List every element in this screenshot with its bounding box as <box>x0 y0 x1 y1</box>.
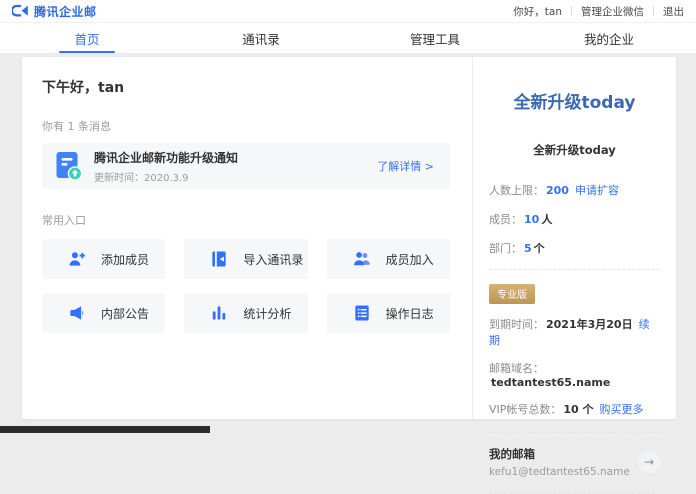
stat-members: 成员：10人 <box>489 211 660 227</box>
upgrade-notice-item[interactable]: 腾讯企业邮新功能升级通知 更新时间：2020.3.9 了解详情 > <box>42 143 450 189</box>
user-greeting-link[interactable]: 你好，tan <box>513 4 562 19</box>
sidebar-column: 全新升级today 全新升级today 人数上限：200 申请扩容 成员：10人 … <box>472 57 676 419</box>
divider <box>489 493 660 494</box>
top-links: 你好，tan 管理企业微信 退出 <box>513 4 684 19</box>
shortcut-label: 统计分析 <box>243 305 291 322</box>
stat-unit: 人 <box>541 213 552 226</box>
mailbox-address: kefu1@tedtantest65.name <box>489 466 630 478</box>
exmail-logo-icon <box>12 4 29 18</box>
manage-wechat-link[interactable]: 管理企业微信 <box>581 4 644 19</box>
statistics-icon <box>209 303 229 323</box>
shortcut-label: 操作日志 <box>386 305 434 322</box>
upgrade-document-icon <box>55 151 82 181</box>
tab-home[interactable]: 首页 <box>0 23 174 53</box>
shortcut-add-member[interactable]: 添加成员 <box>42 239 165 279</box>
org-stats: 人数上限：200 申请扩容 成员：10人 部门：5个 <box>489 182 660 256</box>
shortcut-label: 导入通讯录 <box>243 251 303 268</box>
stat-value: 10 <box>524 213 539 226</box>
operation-log-icon <box>352 303 372 323</box>
divider <box>653 6 654 16</box>
shortcut-label: 成员加入 <box>386 251 434 268</box>
content-card: 下午好，tan 你有 1 条消息 腾讯企业邮新功能升级通知 更新时间：2020.… <box>22 57 676 419</box>
arrow-right-icon: → <box>644 455 654 469</box>
shortcut-label: 添加成员 <box>101 251 149 268</box>
mail-domain-value: tedtantest65.name <box>491 376 610 389</box>
shortcuts-section-label: 常用入口 <box>42 212 450 228</box>
vip-count-value: 10 个 <box>563 403 593 416</box>
logout-link[interactable]: 退出 <box>663 4 684 19</box>
tab-admin-tools-label: 管理工具 <box>410 29 460 48</box>
page-root: 腾讯企业邮 你好，tan 管理企业微信 退出 首页 通讯录 管理工具 我的企业 … <box>0 0 696 437</box>
stat-unit: 个 <box>534 242 545 255</box>
notice-updated-time: 更新时间：2020.3.9 <box>94 169 238 184</box>
tab-my-company[interactable]: 我的企业 <box>522 23 696 53</box>
stat-label: 成员： <box>489 213 522 226</box>
shortcut-operation-log[interactable]: 操作日志 <box>327 293 450 333</box>
page-greeting: 下午好，tan <box>42 77 450 97</box>
member-join-icon <box>352 249 372 269</box>
announcement-icon <box>67 303 87 323</box>
tab-admin-tools[interactable]: 管理工具 <box>348 23 522 53</box>
plan-label: 到期时间： <box>489 318 544 331</box>
active-tab-underline <box>59 51 115 53</box>
main-column: 下午好，tan 你有 1 条消息 腾讯企业邮新功能升级通知 更新时间：2020.… <box>22 57 472 419</box>
stat-label: 部门： <box>489 242 522 255</box>
tab-contacts-label: 通讯录 <box>242 29 280 48</box>
top-bar: 腾讯企业邮 你好，tan 管理企业微信 退出 <box>0 0 696 23</box>
nav-bar: 首页 通讯录 管理工具 我的企业 <box>0 23 696 53</box>
logo-text: 腾讯企业邮 <box>34 3 97 20</box>
plan-domain-row: 邮箱域名：tedtantest65.name <box>489 360 660 389</box>
stat-label: 人数上限： <box>489 184 544 197</box>
notice-title: 腾讯企业邮新功能升级通知 <box>94 149 238 166</box>
open-mailbox-button[interactable]: → <box>638 451 660 473</box>
shortcut-label: 内部公告 <box>101 305 149 322</box>
plan-vip-row: VIP帐号总数：10 个购买更多 <box>489 401 660 417</box>
plan-expiry-value: 2021年3月20日 <box>546 318 633 331</box>
divider <box>489 269 660 270</box>
shortcut-announcement[interactable]: 内部公告 <box>42 293 165 333</box>
plan-label: 邮箱域名： <box>489 362 544 375</box>
plan-badge: 专业版 <box>489 284 535 304</box>
upgrade-banner[interactable]: 全新升级today <box>489 88 660 113</box>
tab-contacts[interactable]: 通讯录 <box>174 23 348 53</box>
tab-home-label: 首页 <box>74 29 99 48</box>
tab-my-company-label: 我的企业 <box>584 29 634 48</box>
my-mailbox-row: 我的邮箱 kefu1@tedtantest65.name → <box>489 446 660 478</box>
upgrade-banner-subtitle: 全新升级today <box>489 142 660 158</box>
buy-more-link[interactable]: 购买更多 <box>600 403 644 416</box>
shortcut-grid: 添加成员 导入通讯录 <box>42 239 450 333</box>
stat-departments: 部门：5个 <box>489 240 660 256</box>
stat-value: 200 <box>546 184 569 197</box>
shortcut-import-contacts[interactable]: 导入通讯录 <box>184 239 307 279</box>
mailbox-title: 我的邮箱 <box>489 446 630 462</box>
add-member-icon <box>67 249 87 269</box>
stat-member-limit: 人数上限：200 申请扩容 <box>489 182 660 198</box>
plan-label: VIP帐号总数： <box>489 403 561 416</box>
expand-capacity-link[interactable]: 申请扩容 <box>575 184 619 197</box>
mailbox-texts: 我的邮箱 kefu1@tedtantest65.name <box>489 446 630 478</box>
bottom-dark-bar <box>0 426 210 433</box>
messages-count-label: 你有 1 条消息 <box>42 118 450 134</box>
notice-texts: 腾讯企业邮新功能升级通知 更新时间：2020.3.9 <box>94 149 238 184</box>
shortcut-member-join[interactable]: 成员加入 <box>327 239 450 279</box>
learn-more-link[interactable]: 了解详情 > <box>377 158 434 174</box>
divider <box>489 432 660 433</box>
stat-value: 5 <box>524 242 532 255</box>
app-logo[interactable]: 腾讯企业邮 <box>12 3 97 20</box>
shortcut-statistics[interactable]: 统计分析 <box>184 293 307 333</box>
import-contacts-icon <box>209 249 229 269</box>
plan-expiry-row: 到期时间：2021年3月20日续期 <box>489 316 660 348</box>
divider <box>571 6 572 16</box>
